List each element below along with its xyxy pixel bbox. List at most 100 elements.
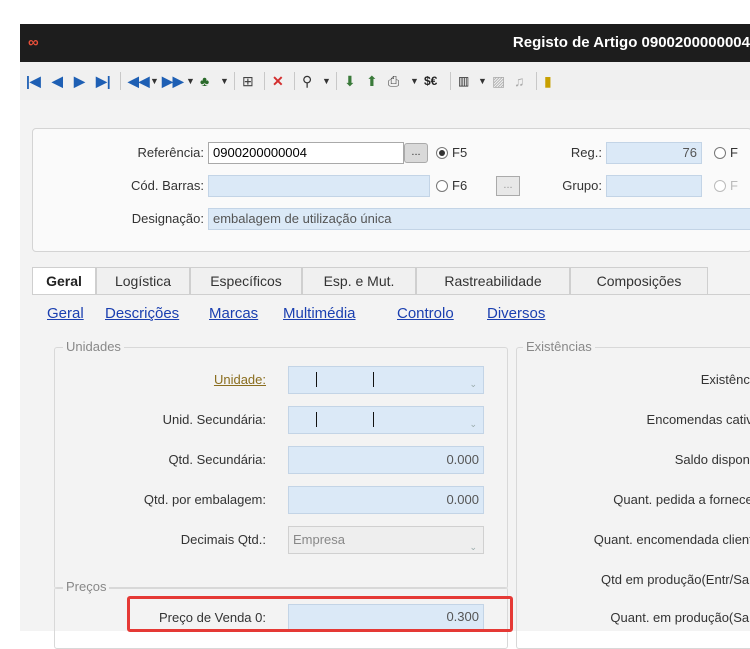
referencia-value: 0900200000004 [213, 145, 307, 160]
sublink-marcas[interactable]: Marcas [209, 305, 258, 322]
unid-secundaria-label: Unid. Secundária: [162, 412, 266, 427]
highlight-annotation [127, 596, 513, 632]
quant-em-producao-said-label: Quant. em produção(Saíd [610, 610, 750, 625]
qtd-secundaria-input[interactable]: 0.000 [288, 446, 484, 474]
reg-field: 76 [606, 142, 702, 164]
saldo-disponivel-label: Saldo disponív [674, 452, 750, 467]
referencia-label: Referência: [137, 145, 204, 160]
filter-icon[interactable]: ⊞ [242, 71, 254, 91]
prev-record-icon[interactable]: ◀ [52, 71, 63, 91]
cod-barras-input[interactable] [208, 175, 430, 197]
f5-radio[interactable] [436, 147, 448, 159]
delete-icon[interactable]: ✕ [272, 71, 284, 91]
tab-composicoes[interactable]: Composições [570, 267, 708, 295]
designacao-input[interactable]: embalagem de utilização única [208, 208, 750, 230]
existencias-group-title: Existências [523, 339, 595, 354]
forward-icon[interactable]: ▶▶ [162, 71, 184, 91]
f5-label: F5 [452, 145, 468, 160]
grupo-label: Grupo: [562, 178, 602, 193]
reg-label: Reg.: [570, 145, 602, 160]
existencia-label: Existência [700, 372, 750, 387]
reg-value: 76 [682, 145, 697, 160]
f-radio-2[interactable] [714, 180, 726, 192]
first-record-icon[interactable]: |◀ [26, 71, 41, 91]
last-record-icon[interactable]: ▶| [96, 71, 111, 91]
combo-separator [316, 372, 317, 387]
f-label-2: F [730, 178, 738, 193]
barcode-icon[interactable]: ▥ [458, 71, 469, 91]
f6-browse-button[interactable]: ... [496, 176, 520, 196]
money-icon[interactable]: $€ [424, 71, 437, 91]
sublink-controlo[interactable]: Controlo [397, 305, 454, 322]
print-icon[interactable]: ⎙ [388, 71, 399, 91]
chevron-down-icon[interactable]: ▼ [220, 71, 229, 91]
tree-icon[interactable]: ♣ [200, 71, 209, 91]
combo-separator [316, 412, 317, 427]
toolbar-separator [234, 72, 235, 90]
chevron-down-icon: ⌄ [469, 542, 477, 552]
cod-barras-label: Cód. Barras: [131, 178, 204, 193]
export-icon[interactable]: ⬆ [366, 71, 378, 91]
combo-separator [373, 372, 374, 387]
combo-separator [373, 412, 374, 427]
designacao-value: embalagem de utilização única [213, 211, 392, 226]
chevron-down-icon: ⌄ [469, 419, 477, 429]
chevron-down-icon: ⌄ [469, 379, 477, 389]
referencia-input[interactable]: 0900200000004 [208, 142, 404, 164]
sublink-descricoes[interactable]: Descrições [105, 305, 179, 322]
toolbar-separator [264, 72, 265, 90]
qtd-embalagem-value: 0.000 [446, 492, 479, 507]
tab-esp-e-mut[interactable]: Esp. e Mut. [302, 267, 416, 295]
next-record-icon[interactable]: ▶ [74, 71, 85, 91]
rewind-icon[interactable]: ◀◀ [128, 71, 150, 91]
decimais-qtd-combo[interactable]: Empresa ⌄ [288, 526, 484, 554]
qtd-secundaria-label: Qtd. Secundária: [168, 452, 266, 467]
chevron-down-icon[interactable]: ▼ [322, 71, 331, 91]
toolbar: |◀ ◀ ▶ ▶| ◀◀ ▼ ▶▶ ▼ ♣ ▼ ⊞ ✕ ⚲ ▼ ⬇ ⬆ ⎙ ▼ … [20, 62, 750, 101]
chart-icon[interactable]: ▮ [544, 71, 552, 91]
unidade-combo[interactable]: ⌄ [288, 366, 484, 394]
qtd-embalagem-input[interactable]: 0.000 [288, 486, 484, 514]
tab-logistica[interactable]: Logística [96, 267, 190, 295]
tab-divider [32, 294, 750, 295]
tab-especificos[interactable]: Específicos [190, 267, 302, 295]
qtd-secundaria-value: 0.000 [446, 452, 479, 467]
music-icon[interactable]: ♫ [514, 71, 525, 91]
unidades-group-title: Unidades [63, 339, 124, 354]
chevron-down-icon[interactable]: ▼ [410, 71, 419, 91]
f-label-1: F [730, 145, 738, 160]
unidade-label-link[interactable]: Unidade: [100, 372, 266, 387]
window-titlebar: ∞ Registo de Artigo 0900200000004 [20, 24, 750, 62]
quant-pedida-fornecedor-label: Quant. pedida a forneced [613, 492, 750, 507]
sublink-geral[interactable]: Geral [47, 305, 84, 322]
unid-secundaria-combo[interactable]: ⌄ [288, 406, 484, 434]
binoculars-icon[interactable]: ⚲ [302, 71, 312, 91]
quant-encomendada-cliente-label: Quant. encomendada cliente [593, 532, 750, 547]
f6-radio[interactable] [436, 180, 448, 192]
image-icon[interactable]: ▨ [492, 71, 505, 91]
app-logo-icon: ∞ [28, 34, 39, 51]
qtd-embalagem-label: Qtd. por embalagem: [143, 492, 266, 507]
decimais-qtd-value: Empresa [293, 532, 346, 547]
window-title: Registo de Artigo 0900200000004 [512, 34, 750, 51]
tab-geral[interactable]: Geral [32, 267, 96, 295]
grupo-input[interactable] [606, 175, 702, 197]
chevron-down-icon[interactable]: ▼ [150, 71, 159, 91]
chevron-down-icon[interactable]: ▼ [186, 71, 195, 91]
referencia-browse-button[interactable]: ... [404, 143, 428, 163]
encomendas-cativas-label: Encomendas cativa [646, 412, 750, 427]
toolbar-separator [120, 72, 121, 90]
qtd-em-producao-entr-said-label: Qtd em produção(Entr/Saíd [601, 572, 750, 587]
toolbar-separator [450, 72, 451, 90]
tab-rastreabilidade[interactable]: Rastreabilidade [416, 267, 570, 295]
f6-label: F6 [452, 178, 468, 193]
toolbar-separator [294, 72, 295, 90]
toolbar-separator [336, 72, 337, 90]
sublink-multimedia[interactable]: Multimédia [283, 305, 356, 322]
sublink-diversos[interactable]: Diversos [487, 305, 545, 322]
decimais-qtd-label: Decimais Qtd.: [180, 532, 266, 547]
f-radio-1[interactable] [714, 147, 726, 159]
chevron-down-icon[interactable]: ▼ [478, 71, 487, 91]
import-icon[interactable]: ⬇ [344, 71, 356, 91]
designacao-label: Designação: [131, 211, 204, 226]
